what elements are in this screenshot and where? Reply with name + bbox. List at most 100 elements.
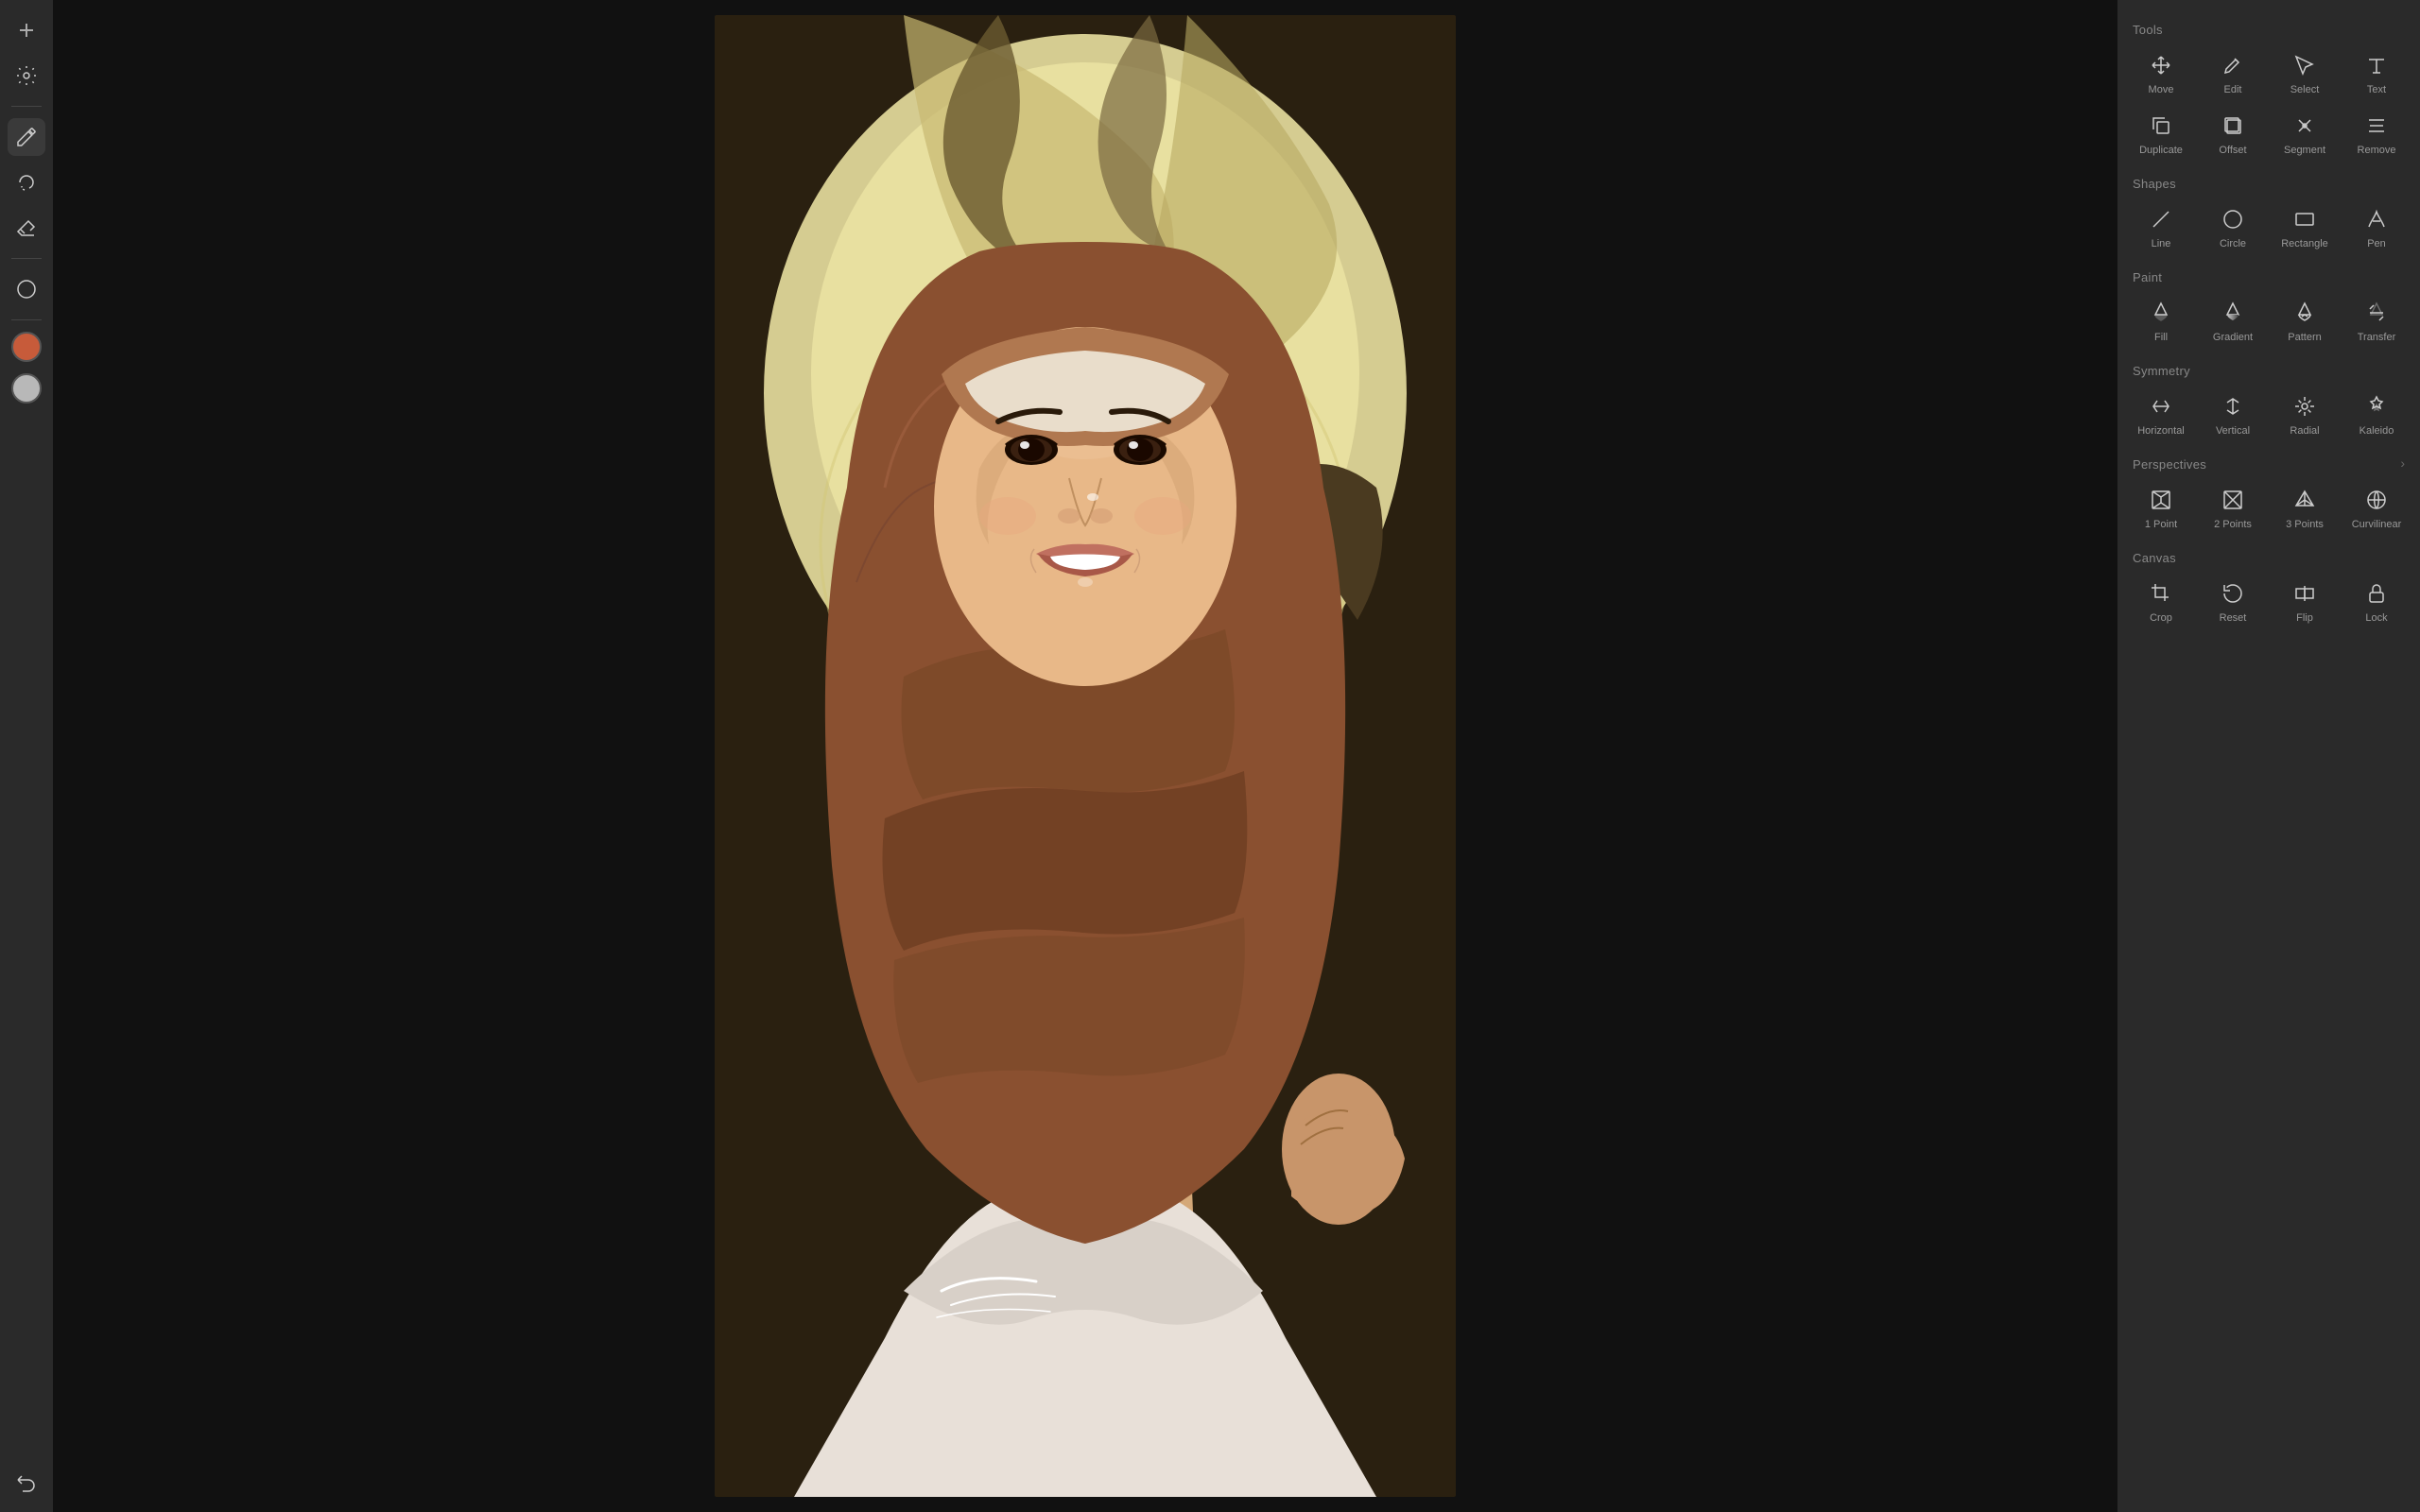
line-shape[interactable]: Line [2125,198,2197,259]
shapes-grid: Line Circle Rectangle [2118,195,2420,263]
radial-symmetry[interactable]: Radial [2269,386,2341,446]
curvilinear-perspective[interactable]: Curvilinear [2341,479,2412,540]
toolbar-separator-1 [11,106,42,107]
lock-canvas[interactable]: Lock [2341,573,2412,633]
transfer-label: Transfer [2358,332,2396,343]
fill-tool[interactable]: Fill [2125,292,2197,352]
gradient-icon [2221,301,2244,328]
artwork-container [715,15,1456,1497]
line-icon [2150,208,2172,234]
edit-label: Edit [2224,84,2242,95]
top-system-buttons [8,11,45,94]
offset-tool[interactable]: Offset [2197,105,2269,165]
horizontal-symmetry[interactable]: Horizontal [2125,386,2197,446]
lock-label: Lock [2365,612,2387,624]
text-tool[interactable]: Text [2341,44,2412,105]
edit-tool[interactable]: Edit [2197,44,2269,105]
symmetry-grid: Horizontal Vertical Radial [2118,382,2420,450]
segment-icon [2293,114,2316,141]
fill-icon [2150,301,2172,328]
duplicate-label: Duplicate [2139,145,2183,156]
pattern-label: Pattern [2288,332,2321,343]
paint-grid: Fill Gradient [2118,288,2420,356]
circle-icon [2221,208,2244,234]
radial-label: Radial [2290,425,2319,437]
gradient-tool[interactable]: Gradient [2197,292,2269,352]
kaleido-symmetry[interactable]: Kaleido [2341,386,2412,446]
kaleido-label: Kaleido [2360,425,2394,437]
perspectives-more-arrow[interactable]: › [2400,455,2412,471]
undo-button[interactable] [8,1463,45,1501]
perspectives-grid: 1 Point 2 Points 3 Points [2118,475,2420,543]
duplicate-tool[interactable]: Duplicate [2125,105,2197,165]
3points-perspective[interactable]: 3 Points [2269,479,2341,540]
tools-grid: Move Edit Select [2118,41,2420,169]
pattern-tool[interactable]: Pattern [2269,292,2341,352]
brush-tool-button[interactable] [8,118,45,156]
1point-perspective[interactable]: 1 Point [2125,479,2197,540]
right-panel: Tools Move Edit [2118,0,2420,1512]
edit-icon [2221,54,2244,80]
circle-tool-button[interactable] [8,270,45,308]
new-button[interactable] [8,11,45,49]
lock-icon [2365,582,2388,609]
select-icon [2293,54,2316,80]
lasso-tool-button[interactable] [8,163,45,201]
reset-canvas[interactable]: Reset [2197,573,2269,633]
vertical-symmetry[interactable]: Vertical [2197,386,2269,446]
offset-label: Offset [2219,145,2246,156]
eraser-tool-button[interactable] [8,209,45,247]
tools-section-title: Tools [2118,15,2420,41]
primary-color-swatch[interactable] [11,332,42,362]
transfer-icon [2365,301,2388,328]
crop-label: Crop [2150,612,2172,624]
crop-tool[interactable]: Crop [2125,573,2197,633]
gradient-label: Gradient [2213,332,2253,343]
kaleido-icon [2365,395,2388,421]
select-label: Select [2290,84,2320,95]
2points-label: 2 Points [2214,519,2252,530]
horizontal-icon [2150,395,2172,421]
2points-perspective[interactable]: 2 Points [2197,479,2269,540]
toolbar-separator-3 [11,319,42,320]
rectangle-icon [2293,208,2316,234]
segment-tool[interactable]: Segment [2269,105,2341,165]
duplicate-icon [2150,114,2172,141]
fill-label: Fill [2154,332,2168,343]
remove-tool[interactable]: Remove [2341,105,2412,165]
reset-label: Reset [2220,612,2247,624]
pen-shape[interactable]: Pen [2341,198,2412,259]
vertical-icon [2221,395,2244,421]
toolbar-separator-2 [11,258,42,259]
canvas-grid: Crop Reset Flip [2118,569,2420,637]
pen-icon [2365,208,2388,234]
text-icon [2365,54,2388,80]
horizontal-label: Horizontal [2137,425,2185,437]
move-tool[interactable]: Move [2125,44,2197,105]
radial-icon [2293,395,2316,421]
artwork-svg [715,15,1456,1497]
rectangle-shape[interactable]: Rectangle [2269,198,2341,259]
circle-shape[interactable]: Circle [2197,198,2269,259]
transfer-tool[interactable]: Transfer [2341,292,2412,352]
2points-icon [2221,489,2244,515]
flip-label: Flip [2296,612,2313,624]
3points-icon [2293,489,2316,515]
pen-label: Pen [2367,238,2386,249]
crop-icon [2150,582,2172,609]
vertical-label: Vertical [2216,425,2250,437]
select-tool[interactable]: Select [2269,44,2341,105]
canvas-section-title: Canvas [2118,543,2420,569]
pattern-icon [2293,301,2316,328]
flip-canvas[interactable]: Flip [2269,573,2341,633]
perspectives-section-title: Perspectives [2118,450,2221,475]
curvilinear-icon [2365,489,2388,515]
secondary-color-swatch[interactable] [11,373,42,404]
settings-button[interactable] [8,57,45,94]
symmetry-section-title: Symmetry [2118,356,2420,382]
text-label: Text [2367,84,2386,95]
canvas-area[interactable] [53,0,2118,1512]
move-icon [2150,54,2172,80]
reset-icon [2221,582,2244,609]
1point-label: 1 Point [2145,519,2177,530]
